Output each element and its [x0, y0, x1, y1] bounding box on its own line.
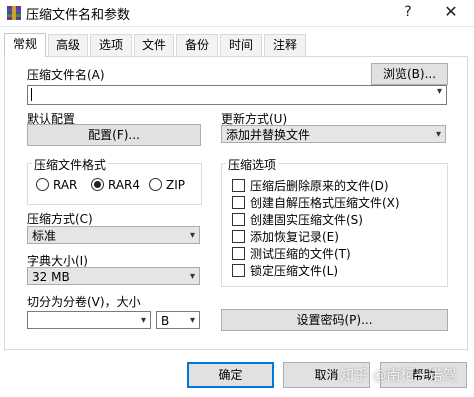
ok-button[interactable]: 确定 — [187, 362, 274, 388]
method-label: 压缩方式(C) — [27, 212, 93, 226]
update-mode-value: 添加并替换文件 — [226, 128, 311, 142]
method-select[interactable]: 标准 ▾ — [27, 226, 200, 244]
chevron-down-icon: ▾ — [189, 271, 195, 282]
format-group-title: 压缩文件格式 — [32, 156, 109, 173]
option-label: 添加恢复记录(E) — [250, 230, 339, 244]
archive-name-input[interactable]: ▾ — [27, 85, 447, 105]
format-rar4-radio[interactable]: RAR4 — [91, 178, 140, 192]
tab-options[interactable]: 选项 — [90, 34, 132, 56]
split-unit-select[interactable]: B ▾ — [156, 311, 200, 329]
format-zip-radio[interactable]: ZIP — [149, 178, 185, 192]
format-rar-label: RAR — [53, 178, 78, 192]
split-unit-value: B — [161, 314, 170, 328]
tab-general[interactable]: 常规 — [4, 33, 46, 57]
set-password-button[interactable]: 设置密码(P)... — [221, 309, 448, 331]
option-recovery[interactable]: 添加恢复记录(E) — [232, 228, 339, 245]
option-lock[interactable]: 锁定压缩文件(L) — [232, 262, 338, 279]
checkbox-icon — [232, 230, 245, 243]
chevron-down-icon[interactable]: ▾ — [437, 86, 442, 97]
checkbox-icon — [232, 247, 245, 260]
chevron-down-icon: ▾ — [189, 315, 195, 326]
tab-comment[interactable]: 注释 — [264, 34, 306, 56]
radio-icon — [36, 178, 49, 191]
option-label: 创建自解压格式压缩文件(X) — [250, 196, 400, 210]
chevron-down-icon: ▾ — [140, 315, 146, 326]
archive-name-label: 压缩文件名(A) — [27, 68, 105, 82]
browse-button[interactable]: 浏览(B)... — [371, 63, 448, 85]
split-label: 切分为分卷(V)，大小 — [27, 295, 141, 309]
format-rar4-label: RAR4 — [108, 178, 141, 192]
close-button[interactable]: ✕ — [438, 1, 464, 23]
winrar-icon — [7, 6, 21, 20]
archive-dialog: 压缩文件名和参数 ? ✕ 常规 高级 选项 文件 备份 时间 注释 压缩文件名(… — [0, 0, 474, 397]
checkbox-icon — [232, 213, 245, 226]
format-rar-radio[interactable]: RAR — [36, 178, 77, 192]
option-test[interactable]: 测试压缩的文件(T) — [232, 245, 351, 262]
options-group-title: 压缩选项 — [226, 156, 279, 173]
option-label: 锁定压缩文件(L) — [250, 264, 339, 278]
option-label: 压缩后删除原来的文件(D) — [250, 179, 389, 193]
dictionary-value: 32 MB — [32, 270, 70, 284]
title-bar: 压缩文件名和参数 ? ✕ — [0, 0, 474, 27]
radio-selected-icon — [91, 178, 104, 191]
split-size-input[interactable]: ▾ — [27, 311, 151, 329]
tab-backup[interactable]: 备份 — [176, 34, 218, 56]
option-solid[interactable]: 创建固实压缩文件(S) — [232, 211, 363, 228]
chevron-down-icon: ▾ — [435, 129, 441, 140]
checkbox-icon — [232, 179, 245, 192]
radio-icon — [149, 178, 162, 191]
checkbox-icon — [232, 264, 245, 277]
method-value: 标准 — [32, 229, 57, 243]
checkbox-icon — [232, 196, 245, 209]
help-title-button[interactable]: ? — [395, 1, 421, 23]
window-title: 压缩文件名和参数 — [26, 8, 131, 23]
tab-files[interactable]: 文件 — [134, 34, 174, 56]
tab-time[interactable]: 时间 — [220, 34, 262, 56]
dictionary-select[interactable]: 32 MB ▾ — [27, 267, 200, 285]
option-sfx[interactable]: 创建自解压格式压缩文件(X) — [232, 194, 400, 211]
option-label: 创建固实压缩文件(S) — [250, 213, 363, 227]
text-cursor — [31, 88, 32, 101]
option-delete-after[interactable]: 压缩后删除原来的文件(D) — [232, 177, 389, 194]
tab-advanced[interactable]: 高级 — [48, 34, 88, 56]
watermark: 知乎 @南柯一诺驾 — [340, 368, 457, 384]
format-zip-label: ZIP — [166, 178, 185, 192]
profiles-button[interactable]: 配置(F)... — [27, 124, 201, 146]
option-label: 测试压缩的文件(T) — [250, 247, 351, 261]
chevron-down-icon: ▾ — [189, 230, 195, 241]
update-mode-select[interactable]: 添加并替换文件 ▾ — [221, 125, 446, 143]
